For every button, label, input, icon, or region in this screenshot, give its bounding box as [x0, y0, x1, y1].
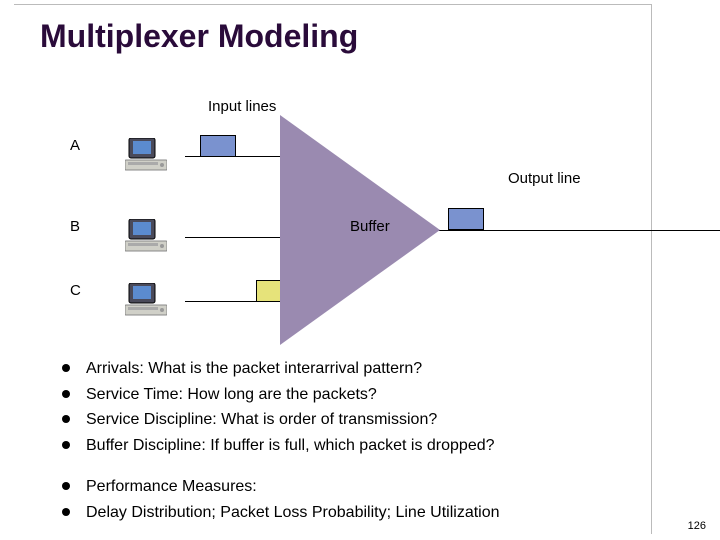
- source-label-c: C: [70, 282, 81, 299]
- source-label-b: B: [70, 218, 80, 235]
- computer-icon-c: [125, 283, 167, 321]
- page-number: 126: [688, 520, 706, 532]
- source-label-a: A: [70, 137, 80, 154]
- packet-a: [200, 135, 236, 157]
- list-item: Buffer Discipline: If buffer is full, wh…: [62, 435, 500, 457]
- list-item: Service Time: How long are the packets?: [62, 384, 500, 406]
- output-line-label: Output line: [508, 170, 581, 187]
- computer-icon-b: [125, 219, 167, 257]
- list-item: Performance Measures:: [62, 476, 500, 498]
- packet-output: [448, 208, 484, 230]
- list-item: Service Discipline: What is order of tra…: [62, 409, 500, 431]
- buffer-label: Buffer: [350, 218, 390, 235]
- bullet-list: Arrivals: What is the packet interarriva…: [62, 358, 500, 528]
- input-lines-label: Input lines: [208, 98, 276, 115]
- list-item: Delay Distribution; Packet Loss Probabil…: [62, 502, 500, 524]
- slide-title: Multiplexer Modeling: [40, 18, 358, 55]
- list-item: Arrivals: What is the packet interarriva…: [62, 358, 500, 380]
- output-line: [432, 230, 720, 231]
- computer-icon-a: [125, 138, 167, 176]
